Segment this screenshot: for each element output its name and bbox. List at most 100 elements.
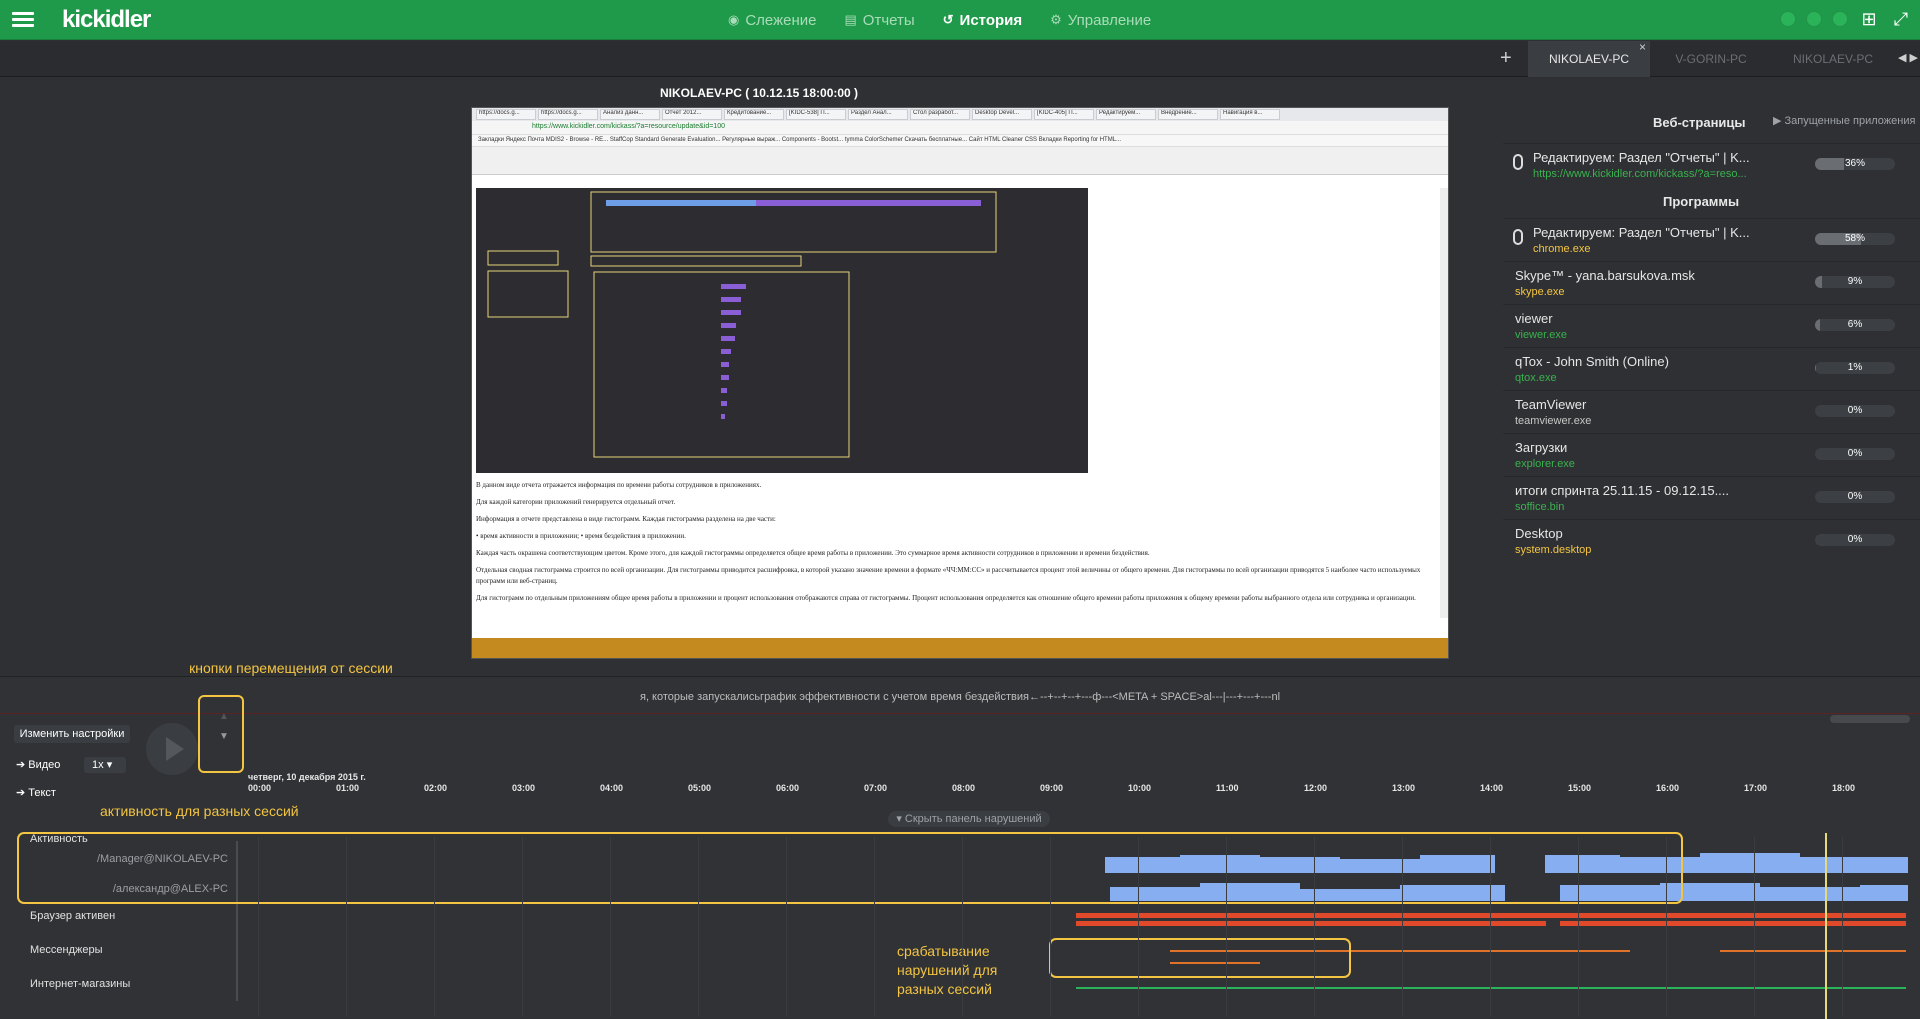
hour-gridline	[1314, 837, 1315, 1017]
add-tab-button[interactable]: +	[1500, 47, 1512, 70]
main-nav: ◉ Слежение ▤ Отчеты ↺ История ⚙ Управление	[728, 0, 1151, 40]
program-name: Загрузки	[1515, 440, 1568, 455]
eye-icon: ◉	[728, 12, 740, 27]
hour-gridline	[698, 837, 699, 1017]
nav-reports[interactable]: ▤ Отчеты	[844, 12, 914, 29]
program-name: TeamViewer	[1515, 397, 1587, 412]
hour-gridline	[1226, 837, 1227, 1017]
program-item[interactable]: TeamViewer teamviewer.exe 0%	[1503, 390, 1920, 433]
hour-gridline	[522, 837, 523, 1017]
web-page-item[interactable]: Редактируем: Раздел "Отчеты" | K... https…	[1503, 143, 1920, 186]
hour-gridline	[1754, 837, 1755, 1017]
document-text: В данном виде отчета отражается информац…	[476, 481, 1421, 602]
program-name: Редактируем: Раздел "Отчеты" | K...	[1533, 225, 1750, 240]
web-page-name: Редактируем: Раздел "Отчеты" | K...	[1533, 150, 1750, 165]
browser-tab: Анализ данн...	[600, 109, 660, 120]
tab-nikolaev-pc[interactable]: NIKOLAEV-PC ×	[1528, 40, 1650, 77]
browser-tab: Раздел Анал...	[848, 109, 908, 120]
browser-tab: https://docs.g...	[476, 109, 536, 120]
hour-gridline	[962, 837, 963, 1017]
program-name: Desktop	[1515, 526, 1563, 541]
program-item[interactable]: viewer viewer.exe 6%	[1503, 304, 1920, 347]
program-name: qTox - John Smith (Online)	[1515, 354, 1669, 369]
program-name: Skype™ - yana.barsukova.msk	[1515, 268, 1695, 283]
usage-bar: 0%	[1815, 448, 1895, 460]
browser-tab: Desktop Devel...	[972, 109, 1032, 120]
fullscreen-icon[interactable]: ⤢	[1890, 8, 1912, 30]
browser-tab: https://docs.g...	[538, 109, 598, 120]
program-name: viewer	[1515, 311, 1553, 326]
nav-history[interactable]: ↺ История	[943, 12, 1022, 29]
program-process: system.desktop	[1515, 544, 1592, 556]
hour-gridline	[434, 837, 435, 1017]
session-tab-bar: + NIKOLAEV-PC × V-GORIN-PC NIKOLAEV-PC ◀ …	[0, 40, 1920, 77]
hour-gridline	[258, 837, 259, 1017]
hour-gridline	[1050, 837, 1051, 1017]
new-window-icon[interactable]: ⊞	[1858, 8, 1880, 30]
tab-v-gorin-pc[interactable]: V-GORIN-PC	[1650, 41, 1772, 77]
program-item[interactable]: qTox - John Smith (Online) qtox.exe 1%	[1503, 347, 1920, 390]
browser-tabs: https://docs.g... https://docs.g... Анализ…	[472, 108, 1448, 121]
status-dot[interactable]	[1832, 11, 1848, 27]
apps-panel: Веб-страницы ▶ Запущенные приложения Ред…	[1503, 107, 1920, 562]
program-process: qtox.exe	[1515, 372, 1557, 384]
history-icon: ↺	[942, 12, 954, 27]
editor-toolbar	[472, 147, 1448, 175]
usage-bar: 0%	[1815, 491, 1895, 503]
program-item[interactable]: Skype™ - yana.barsukova.msk skype.exe 9%	[1503, 261, 1920, 304]
mouse-icon	[1513, 229, 1523, 245]
browser-tab: Стол разработ...	[910, 109, 970, 120]
mouse-icon	[1513, 154, 1523, 170]
hour-gridline	[786, 837, 787, 1017]
usage-percent: 0%	[1847, 405, 1863, 416]
menu-icon[interactable]	[12, 9, 34, 31]
hour-gridline	[1490, 837, 1491, 1017]
hour-gridline	[1578, 837, 1579, 1017]
tab-nikolaev-pc-2[interactable]: NIKOLAEV-PC	[1772, 41, 1894, 77]
top-bar: kickidler ◉ Слежение ▤ Отчеты ↺ История ⚙ Уп…	[0, 0, 1920, 40]
browser-bars	[1076, 913, 1906, 926]
usage-percent: 1%	[1847, 362, 1863, 373]
report-image	[476, 188, 1088, 473]
status-dot[interactable]	[1806, 11, 1822, 27]
close-icon[interactable]: ×	[1639, 29, 1646, 65]
web-pages-title: Веб-страницы	[1653, 115, 1746, 130]
program-name: итоги спринта 25.11.15 - 09.12.15....	[1515, 483, 1730, 498]
status-dot[interactable]	[1780, 11, 1796, 27]
browser-tab: [KIDC-405] П...	[1034, 109, 1094, 120]
browser-bookmarks: Закладки Яндекс Почта MDIS2 - Browse - R…	[472, 135, 1448, 147]
usage-bar: 36%	[1815, 158, 1895, 170]
browser-tab: Редактируем...	[1096, 109, 1156, 120]
app-logo: kickidler	[62, 6, 151, 33]
playhead[interactable]	[1825, 833, 1827, 1019]
window-controls: ⊞ ⤢	[1780, 8, 1912, 30]
session-title: NIKOLAEV-PC ( 10.12.15 18:00:00 )	[659, 86, 859, 100]
program-item[interactable]: Desktop system.desktop 0%	[1503, 519, 1920, 562]
program-process: skype.exe	[1515, 286, 1565, 298]
usage-percent: 0%	[1847, 534, 1863, 545]
usage-percent: 6%	[1847, 319, 1863, 330]
usage-percent: 36%	[1844, 158, 1865, 169]
browser-address-bar: https://www.kickidler.com/kickass/?a=res…	[472, 121, 1448, 135]
usage-percent: 0%	[1847, 491, 1863, 502]
hour-gridline	[610, 837, 611, 1017]
messenger-bars	[1170, 950, 1906, 964]
program-item[interactable]: итоги спринта 25.11.15 - 09.12.15.... sof…	[1503, 476, 1920, 519]
program-item[interactable]: Редактируем: Раздел "Отчеты" | K... chrom…	[1503, 218, 1920, 261]
nav-management[interactable]: ⚙ Управление	[1050, 12, 1151, 29]
gear-icon: ⚙	[1050, 12, 1062, 27]
program-process: explorer.exe	[1515, 458, 1575, 470]
hour-gridline	[346, 837, 347, 1017]
windows-taskbar	[472, 638, 1448, 658]
program-item[interactable]: Загрузки explorer.exe 0%	[1503, 433, 1920, 476]
web-page-process: https://www.kickidler.com/kickass/?a=res…	[1533, 168, 1747, 180]
program-process: soffice.bin	[1515, 501, 1565, 513]
screen-scrollbar	[1440, 188, 1448, 618]
usage-percent: 58%	[1844, 233, 1865, 244]
nav-tracking[interactable]: ◉ Слежение	[728, 12, 816, 29]
tab-scroll-arrows[interactable]: ◀ ▶	[1898, 51, 1918, 64]
program-process: chrome.exe	[1533, 243, 1591, 255]
browser-tab: Отчет 2012...	[662, 109, 722, 120]
running-apps-link[interactable]: ▶ Запущенные приложения	[1773, 114, 1915, 127]
usage-bar: 0%	[1815, 534, 1895, 546]
